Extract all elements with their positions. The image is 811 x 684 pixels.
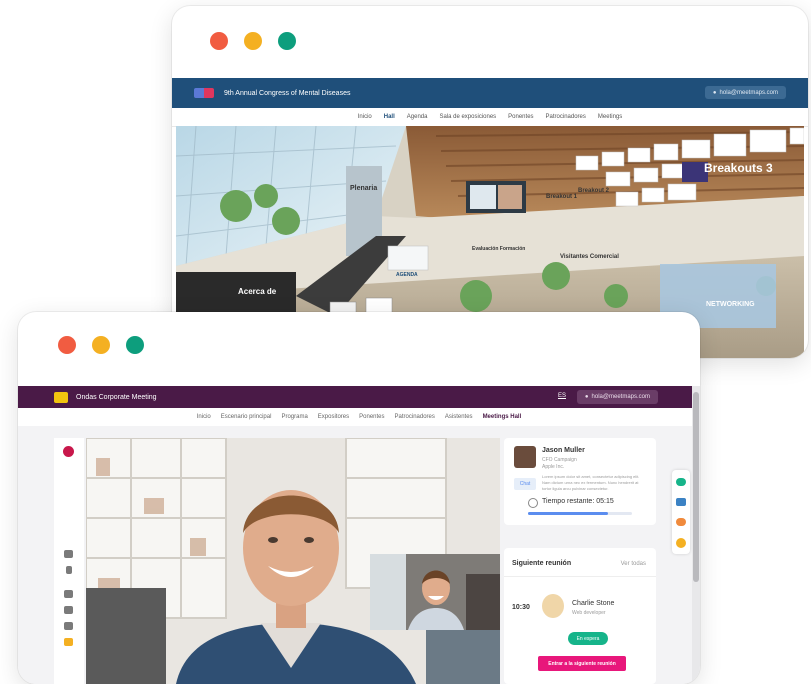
window-controls <box>58 336 144 354</box>
sign-evaluacion: Evaluación Formación <box>472 246 525 252</box>
chat-icon[interactable] <box>676 478 686 486</box>
user-icon: ● <box>584 394 589 400</box>
maximize-dot[interactable] <box>126 336 144 354</box>
close-dot[interactable] <box>210 32 228 50</box>
screen-share-icon[interactable] <box>64 606 73 614</box>
nav-item-ponentes[interactable]: Ponentes <box>359 414 384 420</box>
chat-button[interactable]: Chat <box>514 478 536 490</box>
close-dot[interactable] <box>58 336 76 354</box>
user-email: hola@meetmaps.com <box>719 89 778 96</box>
participant-avatar <box>514 446 536 468</box>
nav-item-agenda[interactable]: Agenda <box>407 114 428 120</box>
hand-icon[interactable] <box>676 518 686 526</box>
maximize-dot[interactable] <box>278 32 296 50</box>
language-selector[interactable]: ES <box>558 393 566 399</box>
nav-item-exposiciones[interactable]: Sala de exposiciones <box>439 114 496 120</box>
nav-item-programa[interactable]: Programa <box>281 414 307 420</box>
participant-card: Jason Muller CFO Campaign Apple Inc. Cha… <box>504 438 656 525</box>
user-account-button[interactable]: ● hola@meetmaps.com <box>704 86 786 99</box>
sign-plenaria: Plenaria <box>350 185 377 192</box>
congress-title: 9th Annual Congress of Mental Diseases <box>224 89 351 97</box>
nav-item-escenario[interactable]: Escenario principal <box>221 414 272 420</box>
view-all-link[interactable]: Ver todas <box>621 561 646 567</box>
pip-video-feed <box>370 554 500 630</box>
meetmaps-logo <box>194 88 214 98</box>
time-progress-track <box>528 512 632 515</box>
star-icon[interactable] <box>64 638 73 646</box>
user-icon: ● <box>712 89 717 96</box>
meeting-time: 10:30 <box>512 604 530 611</box>
next-attendee-avatar <box>542 594 564 618</box>
nav-item-inicio[interactable]: Inicio <box>197 414 211 420</box>
window-controls <box>210 32 296 50</box>
enter-next-meeting-button[interactable]: Entrar a la siguiente reunión <box>538 656 626 671</box>
meetings-window: Ondas Corporate Meeting ES ● hola@meetma… <box>18 312 700 684</box>
sign-breakouts-3: Breakouts 3 <box>704 161 773 175</box>
scrollbar[interactable] <box>692 386 700 684</box>
camera-icon[interactable] <box>64 550 73 558</box>
next-attendee-name: Charlie Stone <box>572 600 615 607</box>
nav-item-patrocinadores[interactable]: Patrocinadores <box>546 114 586 120</box>
scrollbar-thumb[interactable] <box>693 392 699 582</box>
sign-agenda: AGENDA <box>396 272 418 278</box>
next-meeting-heading: Siguiente reunión <box>512 560 572 567</box>
nav-item-meetings-hall[interactable]: Meetings Hall <box>483 414 522 420</box>
nav-item-expositores[interactable]: Expositores <box>318 414 349 420</box>
clock-icon <box>528 498 538 508</box>
add-user-icon[interactable] <box>64 590 73 598</box>
sign-breakout-2: Breakout 2 <box>578 188 610 194</box>
nav-item-asistentes[interactable]: Asistentes <box>445 414 473 420</box>
user-email: hola@meetmaps.com <box>591 394 650 400</box>
next-attendee-role: Web developer <box>572 610 606 616</box>
self-video-pip[interactable] <box>370 554 500 630</box>
nav-item-ponentes[interactable]: Ponentes <box>508 114 533 120</box>
nav-item-hall[interactable]: Hall <box>384 114 395 120</box>
sign-acerca: Acerca de <box>238 287 277 296</box>
meeting-content: Jason Muller CFO Campaign Apple Inc. Cha… <box>18 426 700 684</box>
next-meeting-card: Siguiente reunión Ver todas 10:30 Charli… <box>504 548 656 684</box>
congress-nav: Inicio Hall Agenda Sala de exposiciones … <box>172 108 808 127</box>
participant-company: Apple Inc. <box>542 464 565 470</box>
grid-icon[interactable] <box>64 622 73 630</box>
participant-role: CFO Campaign <box>542 457 577 463</box>
nav-item-meetings[interactable]: Meetings <box>598 114 622 120</box>
corporate-title: Ondas Corporate Meeting <box>76 393 157 401</box>
participant-name: Jason Muller <box>542 447 585 454</box>
nav-item-patrocinadores[interactable]: Patrocinadores <box>395 414 435 420</box>
star-icon[interactable] <box>676 538 686 548</box>
time-remaining: Tiempo restante: 05:15 <box>542 498 614 505</box>
sign-breakout-1: Breakout 1 <box>546 194 578 200</box>
message-icon[interactable] <box>676 498 686 506</box>
divider <box>504 576 656 577</box>
user-account-button[interactable]: ● hola@meetmaps.com <box>576 390 658 404</box>
congress-app-bar: 9th Annual Congress of Mental Diseases ●… <box>172 78 808 108</box>
waiting-status-badge: En espera <box>568 632 608 645</box>
sign-networking: NETWORKING <box>706 301 755 308</box>
participant-bio: Lorem ipsum dolor sit amet, consectetur … <box>542 474 640 491</box>
microphone-icon[interactable] <box>66 566 72 574</box>
corporate-nav: Inicio Escenario principal Programa Expo… <box>18 408 700 427</box>
sign-visitantes: Visitantes Comercial <box>560 254 619 260</box>
corporate-app-bar: Ondas Corporate Meeting ES ● hola@meetma… <box>18 386 700 408</box>
congress-window: 9th Annual Congress of Mental Diseases ●… <box>172 6 808 358</box>
nav-item-inicio[interactable]: Inicio <box>358 114 372 120</box>
side-actions <box>672 470 690 554</box>
ondas-logo <box>54 391 68 403</box>
time-progress-fill <box>528 512 609 515</box>
call-toolbar <box>54 438 84 684</box>
record-icon[interactable] <box>63 446 74 457</box>
minimize-dot[interactable] <box>244 32 262 50</box>
minimize-dot[interactable] <box>92 336 110 354</box>
